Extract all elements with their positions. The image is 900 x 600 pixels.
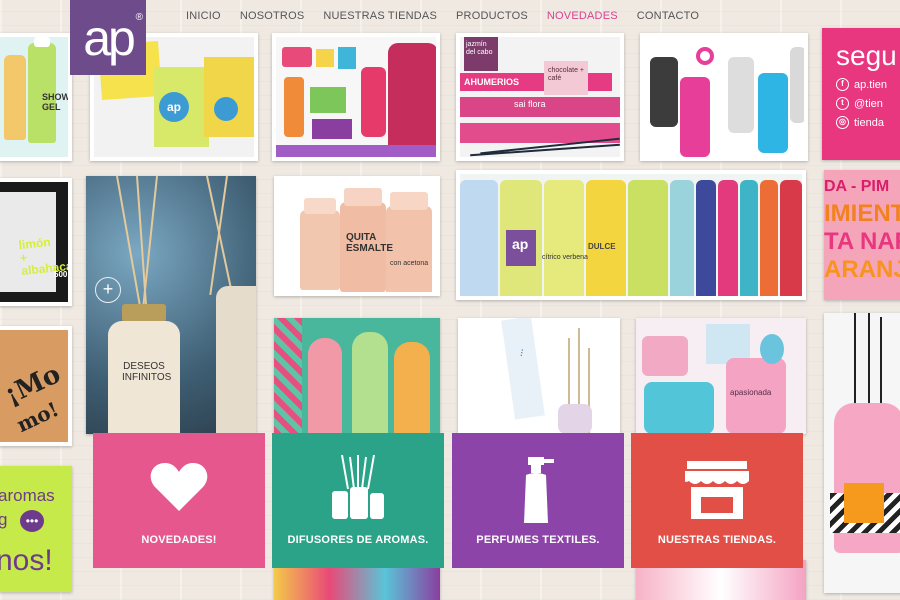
reed-label: ··· xyxy=(516,347,528,358)
tile-limon-albahaca[interactable]: limón + albahaca 500 xyxy=(0,178,72,306)
tile-accessories[interactable] xyxy=(272,33,440,161)
cta-tiendas[interactable]: NUESTRAS TIENDAS. xyxy=(631,433,803,568)
tile-citric-bottles[interactable]: ap cítrico verbena DULCE xyxy=(456,170,806,300)
ap-tag: ap xyxy=(159,92,189,122)
twitter-icon[interactable]: t xyxy=(836,97,849,110)
cta-perfumes[interactable]: PERFUMES TEXTILES. xyxy=(452,433,624,568)
shower-gel-label: SHOW GEL xyxy=(42,92,68,112)
nav-item-novedades[interactable]: NOVEDADES xyxy=(547,10,618,26)
registered-mark: ® xyxy=(135,12,144,23)
site-logo[interactable]: ap ® xyxy=(70,0,146,75)
aromas-line-3: nos! xyxy=(0,544,53,577)
chocolate-label: chocolate + café xyxy=(548,67,584,82)
sai-flora-label: sai flora xyxy=(514,99,546,109)
tile-sahumerios[interactable]: AHUMERIOS sai flora jazmín del cabo choc… xyxy=(456,33,624,161)
pimienta-line-3: TA NAR xyxy=(824,228,900,255)
nav-item-contacto[interactable]: CONTACTO xyxy=(637,10,699,26)
cta-novedades-label: NOVEDADES! xyxy=(141,534,217,546)
humerios-label: AHUMERIOS xyxy=(464,77,520,87)
social-facebook-text: ap.tien xyxy=(854,78,888,91)
pimienta-line-4: ARANJA xyxy=(824,256,900,283)
quita-esmalte-sub: con acetona xyxy=(390,260,429,267)
main-nav: INICIO NOSOTROS NUESTRAS TIENDAS PRODUCT… xyxy=(186,10,699,26)
limon-price: 500 xyxy=(54,270,68,279)
tile-quita-esmalte[interactable]: QUITA ESMALTE con acetona xyxy=(274,176,440,296)
cta-difusores[interactable]: DIFUSORES DE AROMAS. xyxy=(272,433,444,568)
tile-mo-card[interactable]: ¡Mo mo! xyxy=(0,326,72,446)
quita-esmalte-label: QUITA ESMALTE xyxy=(346,232,394,254)
heart-icon xyxy=(150,461,208,518)
social-instagram-text: tienda xyxy=(854,116,884,129)
cta-difusores-label: DIFUSORES DE AROMAS. xyxy=(287,534,429,546)
plus-circle-icon[interactable]: + xyxy=(95,277,121,303)
diffuser-icon xyxy=(328,454,388,526)
cta-perfumes-label: PERFUMES TEXTILES. xyxy=(476,534,600,546)
cta-tiendas-label: NUESTRAS TIENDAS. xyxy=(657,534,777,546)
dulce-label: DULCE xyxy=(588,242,616,251)
chat-icon: ••• xyxy=(20,510,44,532)
facebook-icon[interactable]: f xyxy=(836,78,849,91)
ap-bottle-tag: ap xyxy=(512,236,529,252)
pasionata-label: apasionada xyxy=(730,388,772,397)
instagram-icon[interactable]: ◎ xyxy=(836,116,849,129)
pimienta-line-1: DA - PIM xyxy=(824,178,890,195)
deseos-label: DESEOS INFINITOS xyxy=(122,361,172,383)
tile-hand-gel-holders[interactable] xyxy=(640,33,808,161)
tile-bath-oils[interactable] xyxy=(274,318,440,434)
nav-item-nuestras-tiendas[interactable]: NUESTRAS TIENDAS xyxy=(323,10,437,26)
pimienta-line-2: IMIENTA xyxy=(824,200,900,227)
aromas-line-1: aromas xyxy=(0,486,55,505)
spray-bottle-icon xyxy=(518,455,558,530)
store-icon xyxy=(683,459,751,526)
tile-social-follow[interactable]: segu f ap.tien t @tien ◎ tienda xyxy=(822,28,900,160)
nav-item-inicio[interactable]: INICIO xyxy=(186,10,221,26)
segui-text: segu xyxy=(836,40,897,71)
nav-item-productos[interactable]: PRODUCTOS xyxy=(456,10,528,26)
tile-apasionada-perfume[interactable]: apasionada xyxy=(636,318,806,434)
logo-text: ap xyxy=(83,9,136,66)
nav-item-nosotros[interactable]: NOSOTROS xyxy=(240,10,305,26)
aromas-line-2: g xyxy=(0,510,8,529)
tile-pimienta[interactable]: DA - PIM IMIENTA TA NAR ARANJA xyxy=(824,170,900,300)
jazmin-label: jazmín del cabo xyxy=(466,41,493,56)
social-twitter-text: @tien xyxy=(854,97,883,110)
tile-ap-diffuser[interactable] xyxy=(824,313,900,593)
tile-reed-diffuser[interactable]: ··· xyxy=(458,318,620,434)
cta-novedades[interactable]: NOVEDADES! xyxy=(93,433,265,568)
citric-label: cítrico verbena xyxy=(542,254,588,261)
tile-aromas-promo[interactable]: aromas g ••• nos! xyxy=(0,466,72,592)
tile-diffuser-deseos[interactable]: DESEOS INFINITOS xyxy=(86,176,256,434)
tile-shower-gel[interactable]: SHOW GEL xyxy=(0,33,72,161)
